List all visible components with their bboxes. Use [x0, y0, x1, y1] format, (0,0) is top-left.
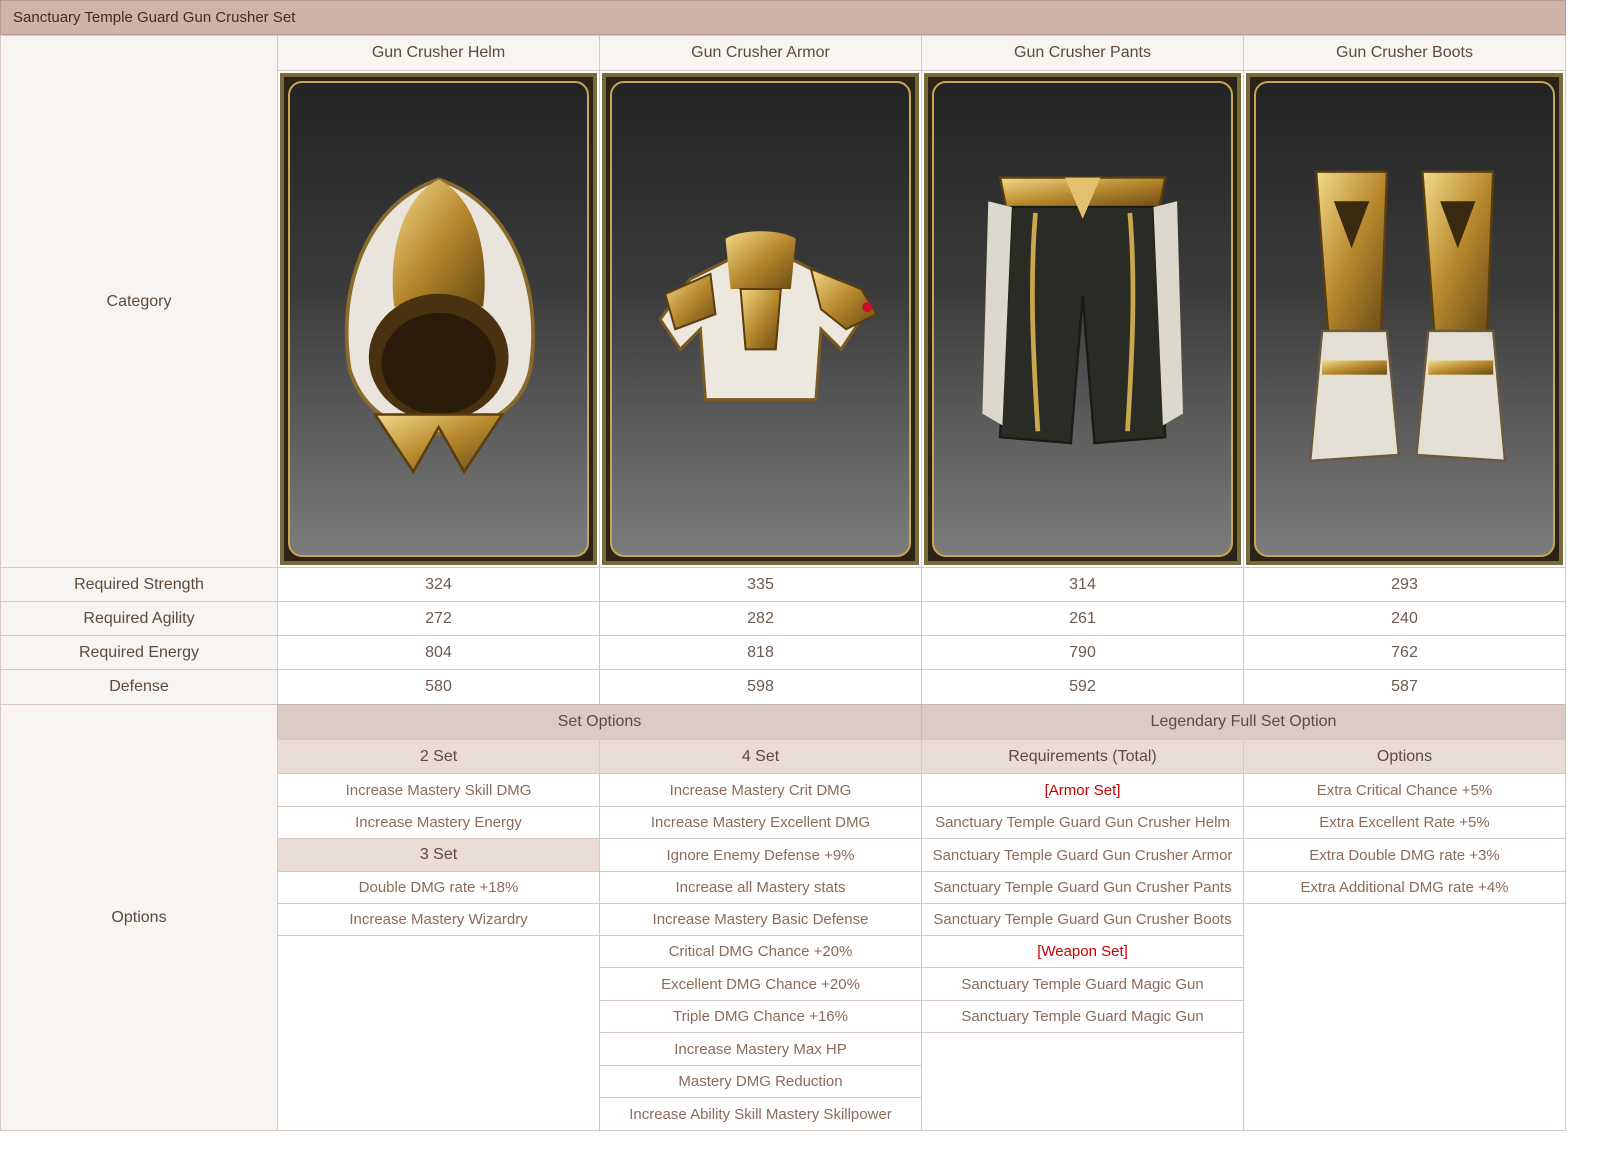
helm-energy: 804 [277, 635, 600, 670]
pants-energy: 790 [921, 635, 1244, 670]
item-image-boots [1243, 70, 1566, 568]
boots-defense: 587 [1243, 669, 1566, 705]
weapon-set-label: [Weapon Set] [921, 935, 1244, 968]
legendary-option: Extra Critical Chance +5% [1243, 773, 1566, 807]
page-title: Sanctuary Temple Guard Gun Crusher Set [0, 0, 1566, 35]
defense-label: Defense [0, 669, 278, 705]
four-set-option: Increase Mastery Basic Defense [599, 903, 922, 936]
armor-set-label: [Armor Set] [921, 773, 1244, 807]
legendary-option: Extra Excellent Rate +5% [1243, 806, 1566, 839]
four-set-option: Excellent DMG Chance +20% [599, 967, 922, 1001]
four-set-option: Mastery DMG Reduction [599, 1065, 922, 1098]
four-set-option: Increase Mastery Crit DMG [599, 773, 922, 807]
armor-energy: 818 [599, 635, 922, 670]
pants-strength: 314 [921, 567, 1244, 602]
item-image-armor [599, 70, 922, 568]
four-set-option: Increase all Mastery stats [599, 871, 922, 904]
three-set-header: 3 Set [277, 838, 600, 872]
armor-icon [658, 231, 878, 401]
item-header-pants: Gun Crusher Pants [921, 35, 1244, 71]
legendary-option: Extra Double DMG rate +3% [1243, 838, 1566, 872]
four-set-option: Triple DMG Chance +16% [599, 1000, 922, 1033]
agility-label: Required Agility [0, 601, 278, 636]
legendary-option: Extra Additional DMG rate +4% [1243, 871, 1566, 904]
requirement-item: Sanctuary Temple Guard Gun Crusher Boots [921, 903, 1244, 936]
four-set-option: Ignore Enemy Defense +9% [599, 838, 922, 872]
boots-icon [1308, 170, 1507, 462]
item-header-helm: Gun Crusher Helm [277, 35, 600, 71]
boots-agility: 240 [1243, 601, 1566, 636]
helm-defense: 580 [277, 669, 600, 705]
legendary-options-header: Options [1243, 739, 1566, 774]
four-set-option: Increase Mastery Max HP [599, 1032, 922, 1066]
armor-agility: 282 [599, 601, 922, 636]
item-header-armor: Gun Crusher Armor [599, 35, 922, 71]
pants-defense: 592 [921, 669, 1244, 705]
helm-icon [344, 177, 535, 474]
empty-cell [921, 1032, 1244, 1131]
four-set-option: Increase Mastery Excellent DMG [599, 806, 922, 839]
three-set-option: Increase Mastery Wizardry [277, 903, 600, 936]
requirement-item: Sanctuary Temple Guard Magic Gun [921, 967, 1244, 1001]
pants-agility: 261 [921, 601, 1244, 636]
requirement-item: Sanctuary Temple Guard Gun Crusher Pants [921, 871, 1244, 904]
options-label: Options [0, 704, 278, 1131]
empty-cell [277, 935, 600, 1131]
requirement-item: Sanctuary Temple Guard Gun Crusher Helm [921, 806, 1244, 839]
helm-agility: 272 [277, 601, 600, 636]
category-label: Category [0, 35, 278, 568]
helm-strength: 324 [277, 567, 600, 602]
requirement-item: Sanctuary Temple Guard Magic Gun [921, 1000, 1244, 1033]
item-image-pants [921, 70, 1244, 568]
strength-label: Required Strength [0, 567, 278, 602]
two-set-option: Increase Mastery Skill DMG [277, 773, 600, 807]
armor-strength: 335 [599, 567, 922, 602]
boots-energy: 762 [1243, 635, 1566, 670]
item-image-helm [277, 70, 600, 568]
four-set-header: 4 Set [599, 739, 922, 774]
energy-label: Required Energy [0, 635, 278, 670]
legendary-header: Legendary Full Set Option [921, 704, 1566, 740]
four-set-option: Critical DMG Chance +20% [599, 935, 922, 968]
armor-defense: 598 [599, 669, 922, 705]
requirement-item: Sanctuary Temple Guard Gun Crusher Armor [921, 838, 1244, 872]
two-set-header: 2 Set [277, 739, 600, 774]
three-set-option: Double DMG rate +18% [277, 871, 600, 904]
set-options-header: Set Options [277, 704, 922, 740]
item-header-boots: Gun Crusher Boots [1243, 35, 1566, 71]
boots-strength: 293 [1243, 567, 1566, 602]
requirements-header: Requirements (Total) [921, 739, 1244, 774]
two-set-option: Increase Mastery Energy [277, 806, 600, 839]
empty-cell [1243, 903, 1566, 1131]
four-set-option: Increase Ability Skill Mastery Skillpowe… [599, 1097, 922, 1131]
pants-icon [982, 176, 1183, 445]
